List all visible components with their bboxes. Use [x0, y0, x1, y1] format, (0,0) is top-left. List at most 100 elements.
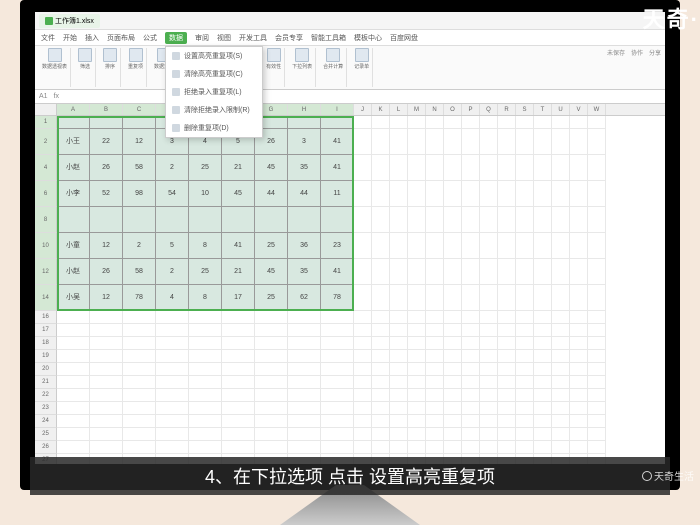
cell[interactable]: [498, 181, 516, 207]
col-header[interactable]: M: [408, 104, 426, 115]
cell[interactable]: [588, 402, 606, 415]
cell[interactable]: [570, 155, 588, 181]
cell[interactable]: [321, 324, 354, 337]
cell[interactable]: [426, 389, 444, 402]
cell[interactable]: [498, 415, 516, 428]
cell[interactable]: [534, 402, 552, 415]
cell[interactable]: [390, 376, 408, 389]
cell[interactable]: [390, 116, 408, 129]
cell[interactable]: [588, 116, 606, 129]
cell[interactable]: [534, 428, 552, 441]
cell[interactable]: 35: [288, 155, 321, 181]
cell[interactable]: [480, 285, 498, 311]
cell[interactable]: 25: [255, 285, 288, 311]
cell[interactable]: [552, 311, 570, 324]
col-header[interactable]: L: [390, 104, 408, 115]
menu-8[interactable]: 开发工具: [239, 33, 267, 43]
cell[interactable]: [426, 129, 444, 155]
cell[interactable]: [222, 350, 255, 363]
cell[interactable]: [552, 116, 570, 129]
cell[interactable]: 2: [156, 259, 189, 285]
cell[interactable]: [480, 415, 498, 428]
cell[interactable]: [156, 415, 189, 428]
cell[interactable]: [552, 402, 570, 415]
cell[interactable]: [288, 116, 321, 129]
cell[interactable]: [255, 376, 288, 389]
cell[interactable]: [372, 207, 390, 233]
menu-9[interactable]: 会员专享: [275, 33, 303, 43]
cell[interactable]: [90, 116, 123, 129]
cell[interactable]: [57, 350, 90, 363]
cell[interactable]: [552, 428, 570, 441]
cell[interactable]: [90, 376, 123, 389]
cell[interactable]: [552, 415, 570, 428]
cell[interactable]: [354, 207, 372, 233]
cell[interactable]: [390, 129, 408, 155]
cell[interactable]: [426, 337, 444, 350]
tool-group-11[interactable]: 记录单: [351, 48, 373, 87]
cell[interactable]: [534, 207, 552, 233]
cell[interactable]: [534, 285, 552, 311]
cell[interactable]: [408, 129, 426, 155]
cell[interactable]: [516, 389, 534, 402]
cell[interactable]: [444, 337, 462, 350]
cell[interactable]: [372, 337, 390, 350]
cell[interactable]: [570, 207, 588, 233]
cell[interactable]: [255, 415, 288, 428]
cell[interactable]: [156, 350, 189, 363]
col-header[interactable]: S: [516, 104, 534, 115]
cell[interactable]: [588, 155, 606, 181]
cell[interactable]: [255, 363, 288, 376]
cell[interactable]: 78: [321, 285, 354, 311]
cell[interactable]: [354, 350, 372, 363]
tool-group-1[interactable]: 筛选: [75, 48, 96, 87]
cell[interactable]: [516, 428, 534, 441]
cell[interactable]: [288, 389, 321, 402]
cell[interactable]: [480, 441, 498, 454]
cell[interactable]: [498, 259, 516, 285]
cell[interactable]: [570, 116, 588, 129]
cell[interactable]: [372, 402, 390, 415]
cell[interactable]: [516, 181, 534, 207]
cell[interactable]: 58: [123, 259, 156, 285]
cell[interactable]: 21: [222, 259, 255, 285]
cell[interactable]: [552, 259, 570, 285]
cell[interactable]: [462, 311, 480, 324]
cell[interactable]: [189, 402, 222, 415]
cell[interactable]: [444, 363, 462, 376]
cell[interactable]: [288, 350, 321, 363]
cell[interactable]: [444, 350, 462, 363]
right-tool[interactable]: 分享: [649, 48, 661, 57]
cell[interactable]: [498, 324, 516, 337]
cell[interactable]: [90, 207, 123, 233]
cell[interactable]: [354, 441, 372, 454]
cell[interactable]: [552, 207, 570, 233]
cell[interactable]: [552, 389, 570, 402]
row-header[interactable]: 14: [35, 285, 57, 311]
cell[interactable]: [189, 441, 222, 454]
tool-group-8[interactable]: 有效性: [263, 48, 285, 87]
cell[interactable]: [534, 441, 552, 454]
cell[interactable]: [444, 116, 462, 129]
cell[interactable]: [255, 311, 288, 324]
cell[interactable]: [498, 376, 516, 389]
row-header[interactable]: 23: [35, 402, 57, 415]
cell[interactable]: 41: [222, 233, 255, 259]
cell[interactable]: [255, 350, 288, 363]
cell[interactable]: [552, 285, 570, 311]
cell[interactable]: [444, 324, 462, 337]
cell[interactable]: [480, 428, 498, 441]
cell[interactable]: [462, 337, 480, 350]
cell[interactable]: [90, 428, 123, 441]
cell[interactable]: [444, 311, 462, 324]
cell[interactable]: [588, 337, 606, 350]
menu-6[interactable]: 审阅: [195, 33, 209, 43]
cell[interactable]: [408, 350, 426, 363]
cell[interactable]: [390, 350, 408, 363]
cell[interactable]: [534, 389, 552, 402]
cell[interactable]: [462, 350, 480, 363]
cell[interactable]: [534, 350, 552, 363]
cell[interactable]: [534, 233, 552, 259]
cell[interactable]: 21: [222, 155, 255, 181]
cell[interactable]: [408, 337, 426, 350]
